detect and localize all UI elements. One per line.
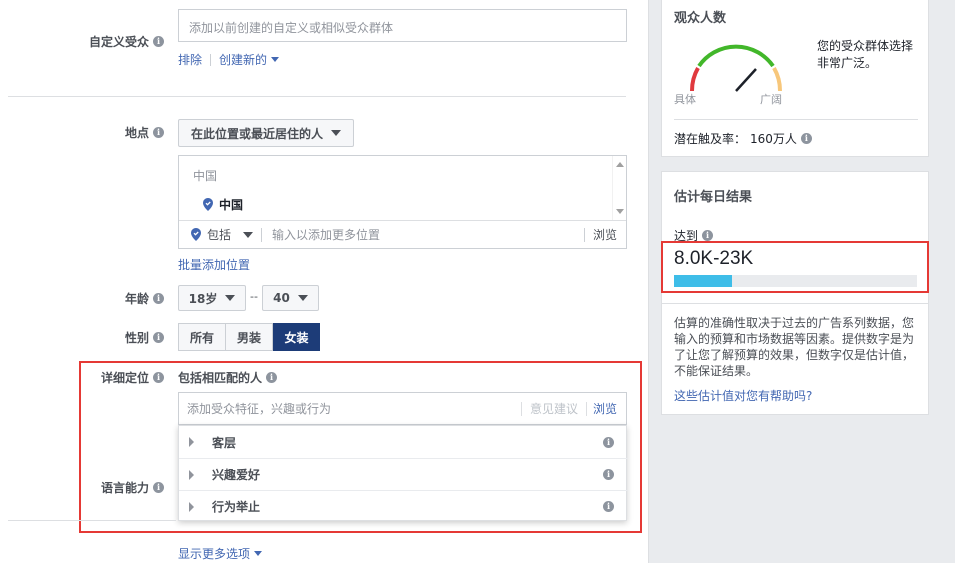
panel-divider: [662, 303, 928, 304]
create-new-link[interactable]: 创建新的: [219, 51, 280, 68]
custom-audience-input[interactable]: 添加以前创建的自定义或相似受众群体: [178, 9, 627, 42]
location-search-input[interactable]: 输入以添加更多位置: [262, 226, 584, 243]
location-pin-icon: [203, 198, 213, 211]
highlight-box-reach: [661, 241, 929, 293]
info-icon[interactable]: i: [702, 230, 714, 241]
highlight-box-detailed-targeting: [79, 361, 642, 533]
gender-button-group: 所有 男装 女装: [178, 323, 320, 351]
age-separator: --: [250, 290, 258, 303]
estimates-sidebar: 观众人数 具体 广阔 您的受众群体选择非常广泛。 潜在触及率： 160万人 i …: [648, 0, 955, 563]
gender-option-all[interactable]: 所有: [178, 323, 226, 351]
link-divider: [210, 53, 212, 66]
info-icon[interactable]: i: [800, 133, 812, 144]
chevron-down-icon: [331, 130, 341, 136]
gauge-label-specific: 具体: [674, 93, 696, 106]
location-list: 中国 中国: [179, 156, 613, 220]
custom-audience-label: 自定义受众 i: [89, 33, 164, 50]
audience-size-title: 观众人数: [674, 11, 727, 26]
show-more-options-link[interactable]: 显示更多选项: [178, 545, 263, 562]
feedback-link[interactable]: 这些估计值对您有帮助吗?: [674, 387, 812, 404]
daily-results-title: 估计每日结果: [674, 190, 753, 205]
audience-gauge: [689, 44, 783, 92]
chevron-down-icon: [243, 231, 254, 238]
scroll-up-arrow[interactable]: [616, 162, 624, 167]
potential-reach: 潜在触及率： 160万人 i: [674, 130, 812, 147]
location-pin-icon: [191, 228, 201, 241]
location-label: 地点 i: [125, 124, 164, 141]
info-icon[interactable]: i: [153, 293, 164, 304]
panel-divider: [674, 119, 918, 120]
chevron-down-icon: [271, 57, 280, 62]
age-label: 年龄 i: [125, 290, 164, 307]
gender-option-female[interactable]: 女装: [273, 323, 320, 351]
section-divider: [8, 96, 626, 97]
audience-size-description: 您的受众群体选择非常广泛。: [817, 39, 914, 70]
exclude-link[interactable]: 排除: [178, 51, 202, 68]
age-min-dropdown[interactable]: 18岁: [178, 285, 246, 311]
targeting-form: 自定义受众 i 添加以前创建的自定义或相似受众群体 排除 创建新的 地点 i 在…: [0, 0, 648, 563]
chevron-down-icon: [297, 295, 308, 301]
chevron-down-icon: [225, 295, 236, 301]
location-type-dropdown[interactable]: 在此位置或最近居住的人: [178, 119, 354, 147]
location-selected-item[interactable]: 中国: [203, 196, 243, 213]
age-max-dropdown[interactable]: 40: [262, 285, 319, 311]
location-list-header: 中国: [193, 169, 218, 183]
audience-size-panel: 观众人数 具体 广阔 您的受众群体选择非常广泛。 潜在触及率： 160万人 i: [661, 0, 929, 157]
section-divider: [8, 520, 176, 521]
location-box: 中国 中国 包括 输入以添加更多位置 浏览: [178, 155, 627, 249]
bulk-add-locations-link[interactable]: 批量添加位置: [178, 256, 250, 273]
location-include-bar: 包括 输入以添加更多位置 浏览: [179, 220, 626, 248]
gender-option-male[interactable]: 男装: [226, 323, 273, 351]
location-scrollbar[interactable]: [612, 156, 626, 220]
include-dropdown[interactable]: 包括: [179, 226, 261, 243]
gender-label: 性别 i: [125, 329, 164, 346]
location-browse-button[interactable]: 浏览: [585, 226, 626, 243]
scroll-down-arrow[interactable]: [616, 209, 624, 214]
custom-audience-actions: 排除 创建新的: [178, 51, 280, 68]
estimate-note: 估算的准确性取决于过去的广告系列数据，您输入的预算和市场数据等因素。提供数字是为…: [674, 316, 915, 378]
info-icon[interactable]: i: [153, 332, 164, 343]
gauge-label-broad: 广阔: [760, 93, 782, 106]
daily-results-panel: 估计每日结果 达到 i 8.0K-23K 估算的准确性取决于过去的广告系列数据，…: [661, 171, 929, 415]
custom-audience-section: 自定义受众 i 添加以前创建的自定义或相似受众群体 排除 创建新的: [0, 0, 648, 96]
info-icon[interactable]: i: [153, 127, 164, 138]
info-icon[interactable]: i: [153, 36, 164, 47]
chevron-down-icon: [254, 551, 263, 556]
